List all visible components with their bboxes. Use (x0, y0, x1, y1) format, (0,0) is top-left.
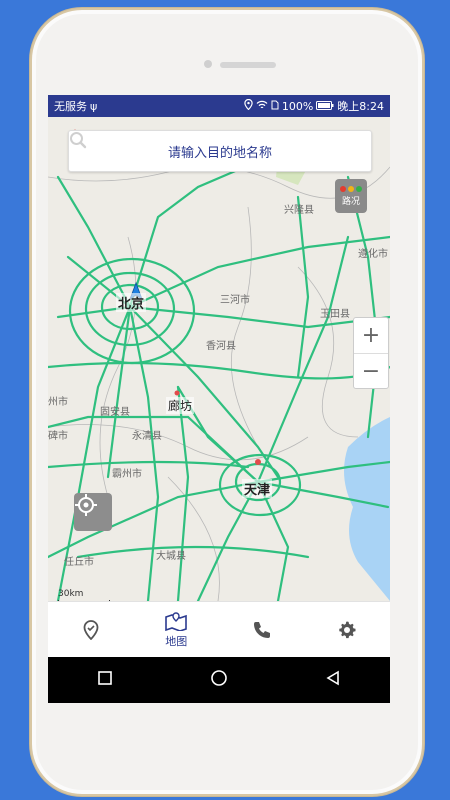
recent-apps-button[interactable] (97, 670, 113, 690)
locate-me-button[interactable] (74, 493, 112, 531)
bohai-sea (344, 417, 390, 601)
traffic-label: 路况 (341, 196, 360, 207)
square-icon (97, 671, 112, 685)
map-place-label: 永清县 (132, 431, 162, 442)
back-button[interactable] (325, 670, 341, 690)
map-place-label: 大城县 (156, 551, 186, 562)
map-view[interactable]: 北京 天津 廊坊 兴隆县 遵化市 三河市 玉田县 香河县 州市 固安县 永清县 … (48, 117, 390, 601)
map-pin-icon (83, 620, 99, 640)
map-place-label: 碑市 (48, 431, 68, 442)
battery-percent: 100% (281, 99, 314, 113)
zoom-out-button[interactable]: − (354, 354, 388, 389)
bottom-tab-bar: 地图 (48, 601, 390, 658)
search-icon (70, 132, 103, 166)
tab-settings[interactable] (305, 602, 391, 658)
back-triangle-icon (326, 670, 340, 686)
battery-icon (316, 100, 334, 113)
earpiece-speaker (220, 62, 276, 68)
clock-text: 晚上8:24 (337, 100, 384, 113)
carrier-text: 无服务 (54, 100, 87, 113)
traffic-toggle-button[interactable]: 路况 (335, 179, 367, 213)
front-camera (204, 60, 212, 68)
map-place-label: 霸州市 (112, 469, 142, 480)
map-place-label: 三河市 (220, 295, 250, 306)
map-place-label: 任丘市 (64, 557, 94, 568)
home-button[interactable] (210, 669, 228, 691)
circle-icon (211, 670, 227, 686)
zoom-in-button[interactable]: + (354, 318, 388, 354)
map-icon (165, 612, 188, 631)
traffic-light-icon (340, 185, 362, 192)
crosshair-icon (75, 494, 97, 516)
status-bar: 无服务 ψ 100% 晚上8:24 (48, 95, 390, 117)
wifi-icon (256, 100, 268, 113)
map-place-label: 玉田县 (320, 309, 350, 320)
tab-phone[interactable] (219, 602, 305, 658)
tab-map[interactable]: 地图 (134, 602, 220, 658)
search-placeholder: 请输入目的地名称 (167, 145, 272, 161)
city-label: 廊坊 (166, 397, 195, 414)
zoom-controls: + − (353, 317, 389, 389)
city-label: 天津 (242, 479, 273, 498)
map-place-label: 遵化市 (358, 249, 388, 260)
map-place-label: 兴隆县 (284, 205, 314, 216)
map-place-label: 州市 (48, 397, 68, 408)
system-navigation-bar (48, 657, 390, 703)
sim-icon (271, 100, 279, 113)
map-place-label: 香河县 (206, 341, 236, 352)
gear-icon (339, 621, 356, 639)
city-label: 北京 (116, 293, 147, 312)
location-status-icon (244, 98, 253, 113)
map-place-label: 固安县 (100, 407, 130, 418)
destination-search-bar[interactable]: 请输入目的地名称 (68, 130, 372, 172)
map-scale: 30km (58, 589, 110, 601)
tab-map-label: 地图 (165, 635, 188, 648)
tab-location[interactable] (48, 602, 134, 658)
usb-icon: ψ (90, 99, 98, 113)
scale-label: 30km (58, 589, 84, 599)
phone-icon (253, 622, 270, 638)
phone-screen: 无服务 ψ 100% 晚上8:24 北京 天津 廊坊 兴隆县 遵化市 三河市 玉… (48, 95, 390, 703)
